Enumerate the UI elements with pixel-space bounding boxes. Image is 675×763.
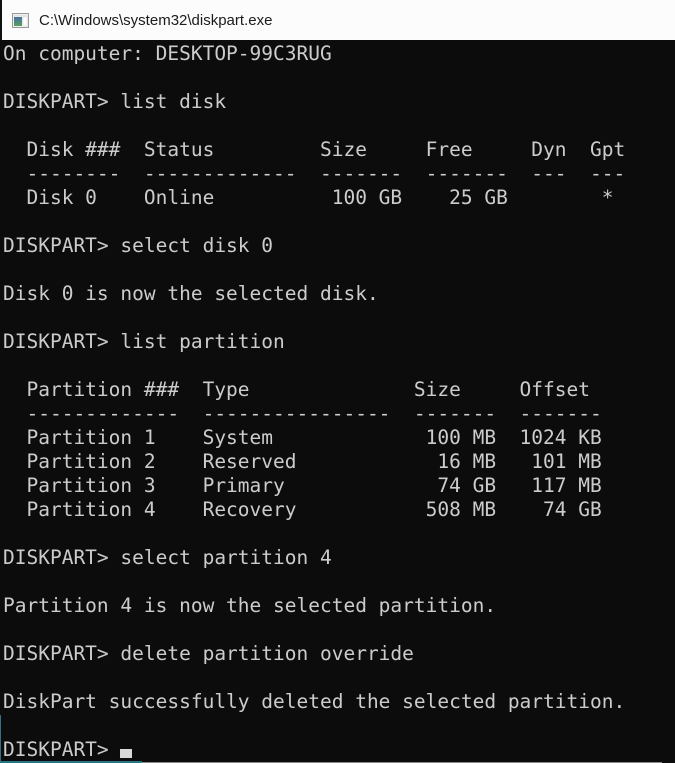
console-text: On computer: DESKTOP-99C3RUG DISKPART> l… — [3, 42, 625, 761]
window-border-accent-left — [0, 715, 1, 763]
console-output: On computer: DESKTOP-99C3RUG DISKPART> l… — [0, 40, 675, 762]
console-window: C:\Windows\system32\diskpart.exe On comp… — [0, 0, 675, 763]
text-cursor — [120, 749, 132, 758]
console-window-icon[interactable] — [12, 13, 29, 28]
console-screen[interactable]: On computer: DESKTOP-99C3RUG DISKPART> l… — [0, 40, 675, 763]
window-titlebar[interactable]: C:\Windows\system32\diskpart.exe — [0, 0, 675, 40]
window-title: C:\Windows\system32\diskpart.exe — [39, 12, 272, 29]
